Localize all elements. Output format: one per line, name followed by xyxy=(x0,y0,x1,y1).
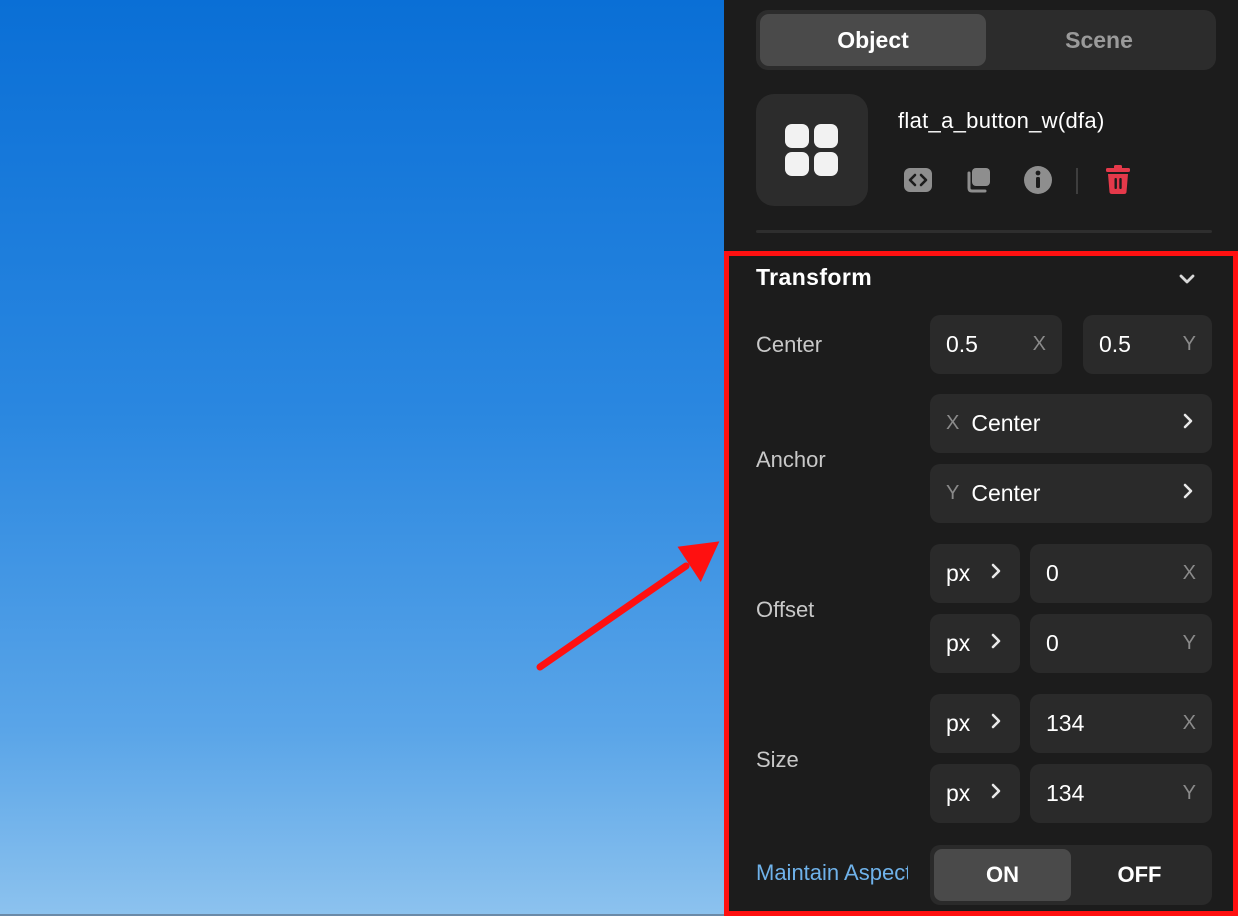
axis-y-label: Y xyxy=(946,482,960,504)
code-icon[interactable] xyxy=(902,164,934,196)
tab-scene[interactable]: Scene xyxy=(986,14,1212,66)
offset-x-unit-select[interactable]: px xyxy=(930,544,1020,603)
center-y-input[interactable]: 0.5 Y xyxy=(1083,315,1212,374)
size-y-input[interactable]: 134 Y xyxy=(1030,764,1212,823)
chevron-right-icon xyxy=(1180,480,1196,507)
anchor-y-value: Center xyxy=(971,480,1041,506)
object-thumbnail xyxy=(756,94,868,206)
maintain-aspect-label: Maintain Aspect xyxy=(756,860,908,885)
aspect-on-button[interactable]: ON xyxy=(934,849,1071,901)
unit-value: px xyxy=(946,630,971,656)
canvas-viewport[interactable] xyxy=(0,0,724,916)
inspector-panel: Object Scene flat_a_button_w(dfa) Transf… xyxy=(724,0,1238,916)
unit-value: px xyxy=(946,780,971,806)
duplicate-icon[interactable] xyxy=(962,164,994,196)
chevron-down-icon[interactable] xyxy=(1174,266,1200,292)
axis-y-label: Y xyxy=(1182,782,1196,804)
offset-x-input[interactable]: 0 X xyxy=(1030,544,1212,603)
axis-x-label: X xyxy=(1182,712,1196,734)
anchor-label: Anchor xyxy=(756,447,826,472)
axis-y-label: Y xyxy=(1182,632,1196,654)
maintain-aspect-toggle: ON OFF xyxy=(930,845,1212,905)
axis-x-label: X xyxy=(946,412,960,434)
chevron-right-icon xyxy=(1180,410,1196,437)
axis-y-label: Y xyxy=(1182,333,1196,355)
offset-x-value: 0 xyxy=(1046,560,1059,586)
axis-x-label: X xyxy=(1182,562,1196,584)
offset-label: Offset xyxy=(756,597,815,622)
size-x-input[interactable]: 134 X xyxy=(1030,694,1212,753)
section-divider xyxy=(756,230,1212,233)
chevron-right-icon xyxy=(988,780,1004,807)
center-x-input[interactable]: 0.5 X xyxy=(930,315,1062,374)
inspector-tab-switcher: Object Scene xyxy=(756,10,1216,70)
object-name: flat_a_button_w(dfa) xyxy=(898,108,1105,133)
size-y-unit-select[interactable]: px xyxy=(930,764,1020,823)
size-y-value: 134 xyxy=(1046,780,1085,806)
anchor-x-select[interactable]: X Center xyxy=(930,394,1212,453)
info-icon[interactable] xyxy=(1022,164,1054,196)
center-label: Center xyxy=(756,332,823,357)
size-label: Size xyxy=(756,747,799,772)
chevron-right-icon xyxy=(988,710,1004,737)
center-y-value: 0.5 xyxy=(1099,331,1131,357)
tab-object[interactable]: Object xyxy=(760,14,986,66)
center-x-value: 0.5 xyxy=(946,331,978,357)
chevron-right-icon xyxy=(988,560,1004,587)
anchor-y-select[interactable]: Y Center xyxy=(930,464,1212,523)
aspect-off-button[interactable]: OFF xyxy=(1071,849,1208,901)
axis-x-label: X xyxy=(1032,333,1046,355)
trash-icon[interactable] xyxy=(1102,164,1134,196)
offset-y-value: 0 xyxy=(1046,630,1059,656)
transform-section-title: Transform xyxy=(756,264,873,290)
size-x-unit-select[interactable]: px xyxy=(930,694,1020,753)
anchor-x-value: Center xyxy=(971,410,1041,436)
unit-value: px xyxy=(946,710,971,736)
size-x-value: 134 xyxy=(1046,710,1085,736)
offset-y-unit-select[interactable]: px xyxy=(930,614,1020,673)
unit-value: px xyxy=(946,560,971,586)
chevron-right-icon xyxy=(988,630,1004,657)
toolbar-divider xyxy=(1076,168,1078,194)
offset-y-input[interactable]: 0 Y xyxy=(1030,614,1212,673)
